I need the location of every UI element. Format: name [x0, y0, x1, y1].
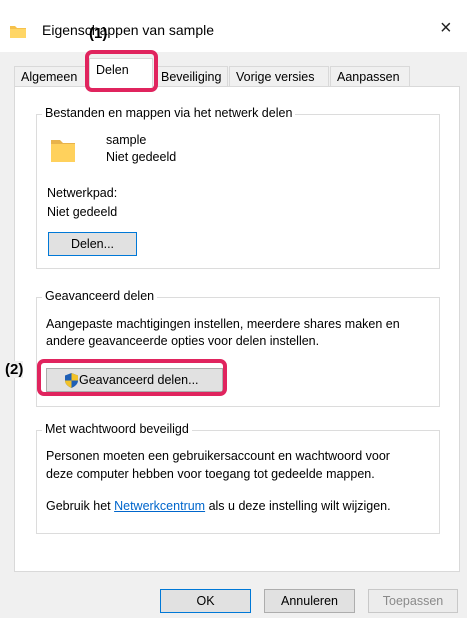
callout-1-label: (1) [89, 25, 108, 42]
callout-1-highlight [85, 50, 158, 92]
properties-dialog: Eigenschappen van sample × Algemeen Dele… [0, 0, 467, 618]
group-heading: Met wachtwoord beveiligd [42, 422, 192, 436]
network-path-value: Niet gedeeld [47, 205, 118, 219]
cancel-button[interactable]: Annuleren [264, 589, 355, 613]
tab-label: Algemeen [21, 70, 78, 84]
title-bar: Eigenschappen van sample × [0, 0, 467, 52]
advanced-description-line2: andere geavanceerde opties voor delen in… [46, 334, 320, 348]
close-icon[interactable]: × [440, 18, 452, 38]
tab-label: Aanpassen [337, 70, 400, 84]
password-description-line2: deze computer hebben voor toegang tot ge… [46, 467, 375, 481]
cancel-button-label: Annuleren [281, 594, 338, 608]
network-center-sentence: Gebruik het Netwerkcentrum als u deze in… [46, 499, 391, 513]
network-path-label: Netwerkpad: [47, 186, 118, 200]
group-heading: Bestanden en mappen via het netwerk dele… [42, 106, 296, 120]
tab-customize[interactable]: Aanpassen [330, 66, 410, 86]
sharing-panel: Bestanden en mappen via het netwerk dele… [14, 86, 460, 572]
ok-button-label: OK [196, 594, 215, 608]
password-protection-group [36, 430, 440, 534]
folder-icon [51, 140, 75, 162]
folder-name: sample [106, 133, 147, 147]
callout-2-label: (2) [5, 361, 24, 378]
advanced-description-line1: Aangepaste machtigingen instellen, meerd… [46, 317, 400, 331]
apply-button[interactable]: Toepassen [368, 589, 458, 613]
sentence-start: Gebruik het [46, 499, 115, 513]
network-center-link[interactable]: Netwerkcentrum [114, 499, 205, 513]
tab-label: Vorige versies [236, 70, 315, 84]
tab-label: Beveiliging [161, 70, 222, 84]
tab-general[interactable]: Algemeen [14, 66, 88, 86]
tab-security[interactable]: Beveiliging [154, 66, 228, 86]
group-heading: Geavanceerd delen [42, 289, 158, 303]
tab-previous-versions[interactable]: Vorige versies [229, 66, 329, 86]
share-status: Niet gedeeld [106, 150, 177, 164]
folder-icon [10, 26, 26, 38]
window-title: Eigenschappen van sample [42, 22, 215, 38]
callout-2-highlight [37, 359, 227, 396]
apply-button-label: Toepassen [382, 594, 444, 608]
share-button[interactable]: Delen... [48, 232, 137, 256]
share-button-label: Delen... [70, 237, 115, 251]
password-description-line1: Personen moeten een gebruikersaccount en… [46, 449, 390, 463]
sentence-end: als u deze instelling wilt wijzigen. [205, 499, 391, 513]
ok-button[interactable]: OK [160, 589, 251, 613]
